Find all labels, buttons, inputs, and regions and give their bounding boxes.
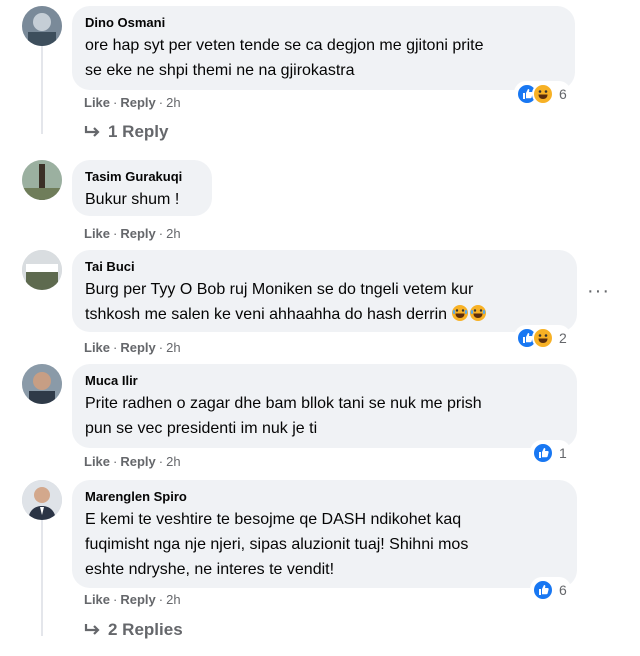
comment-bubble: Tai Buci Burg per Tyy O Bob ruj Moniken … (72, 250, 577, 332)
reply-button[interactable]: Reply (120, 454, 155, 469)
comment-time[interactable]: 2h (166, 340, 180, 355)
laughing-emoji-icon (470, 305, 487, 321)
comment-author[interactable]: Marenglen Spiro (85, 488, 564, 505)
reply-button[interactable]: Reply (120, 95, 155, 110)
reactions[interactable]: 2 (514, 325, 571, 351)
like-icon (532, 579, 554, 601)
reaction-count: 2 (559, 330, 567, 346)
avatar[interactable] (22, 160, 62, 200)
like-button[interactable]: Like (84, 95, 110, 110)
comment-bubble: Dino Osmani ore hap syt per veten tende … (72, 6, 575, 90)
comment-text: Prite radhen o zagar dhe bam bllok tani … (85, 395, 482, 437)
comment-time[interactable]: 2h (166, 95, 180, 110)
comment-bubble: Marenglen Spiro E kemi te veshtire te be… (72, 480, 577, 588)
thread-line (41, 46, 43, 134)
comment-actions: Like · Reply · 2h (84, 340, 181, 355)
comment-time[interactable]: 2h (166, 454, 180, 469)
comment-actions: Like · Reply · 2h (84, 454, 181, 469)
reaction-count: 6 (559, 582, 567, 598)
comment-text: E kemi te veshtire te besojme qe DASH nd… (85, 511, 469, 578)
reply-button[interactable]: Reply (120, 226, 155, 241)
more-options-button[interactable]: ··· (587, 280, 610, 303)
view-replies-button[interactable]: 1 Reply (84, 122, 168, 142)
haha-icon (532, 327, 554, 349)
reply-button[interactable]: Reply (120, 592, 155, 607)
avatar[interactable] (22, 480, 62, 520)
like-button[interactable]: Like (84, 226, 110, 241)
thread-line (41, 520, 43, 636)
laughing-emoji-icon (452, 305, 469, 321)
replies-label: 1 Reply (108, 122, 169, 141)
comment-text: Burg per Tyy O Bob ruj Moniken se do tng… (85, 277, 564, 327)
comment-bubble: Muca Ilir Prite radhen o zagar dhe bam b… (72, 364, 577, 448)
reply-button[interactable]: Reply (120, 340, 155, 355)
like-button[interactable]: Like (84, 340, 110, 355)
avatar[interactable] (22, 364, 62, 404)
reply-arrow-icon (84, 126, 100, 137)
haha-icon (532, 83, 554, 105)
reactions[interactable]: 6 (514, 81, 571, 107)
comment-actions: Like · Reply · 2h (84, 95, 181, 110)
comment-text: Bukur shum ! (85, 191, 180, 208)
reactions[interactable]: 6 (530, 577, 571, 603)
avatar[interactable] (22, 6, 62, 46)
replies-label: 2 Replies (108, 620, 183, 639)
reactions[interactable]: 1 (530, 440, 571, 466)
comment-text: ore hap syt per veten tende se ca degjon… (85, 37, 484, 79)
comment-author[interactable]: Tasim Gurakuqi (85, 168, 199, 185)
comment-bubble: Tasim Gurakuqi Bukur shum ! (72, 160, 212, 216)
like-button[interactable]: Like (84, 454, 110, 469)
comment-time[interactable]: 2h (166, 226, 180, 241)
reaction-count: 6 (559, 86, 567, 102)
comment-author[interactable]: Tai Buci (85, 258, 564, 275)
comment-time[interactable]: 2h (166, 592, 180, 607)
reply-arrow-icon (84, 624, 100, 635)
like-icon (532, 442, 554, 464)
like-button[interactable]: Like (84, 592, 110, 607)
avatar[interactable] (22, 250, 62, 290)
comment-actions: Like · Reply · 2h (84, 226, 181, 241)
reaction-count: 1 (559, 445, 567, 461)
comment-author[interactable]: Muca Ilir (85, 372, 564, 389)
view-replies-button[interactable]: 2 Replies (84, 620, 183, 640)
comment-author[interactable]: Dino Osmani (85, 14, 562, 31)
comment-actions: Like · Reply · 2h (84, 592, 181, 607)
